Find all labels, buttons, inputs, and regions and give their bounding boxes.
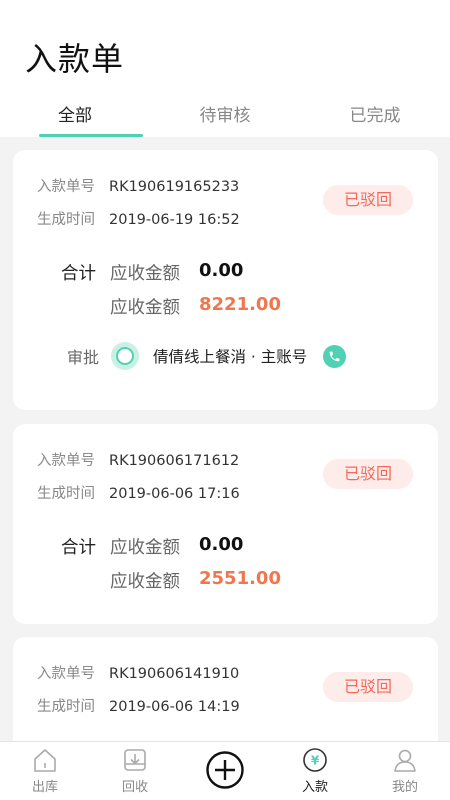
svg-text:¥: ¥ [311,754,320,768]
page-title: 入款单 [25,40,125,78]
created-at-label: 生成时间 [37,486,95,502]
created-at-label: 生成时间 [37,699,95,715]
nav-income[interactable]: ¥ 入款 [270,742,360,800]
nav-label: 我的 [391,780,418,795]
order-no-label: 入款单号 [37,453,95,469]
user-icon [394,749,416,772]
created-at-row: 生成时间 2019-06-06 17:16 [37,482,240,503]
order-no-value: RK190606141910 [109,666,240,682]
nav-label: 出库 [31,780,58,795]
header: 入款单 全部 待审核 已完成 [0,0,450,137]
record-card[interactable]: 入款单号 RK190619165233 生成时间 2019-06-19 16:52 … [13,150,438,410]
order-no-row: 入款单号 RK190619165233 [37,175,239,196]
nav-recycle[interactable]: 回收 [90,742,180,800]
record-card[interactable]: 入款单号 RK190606171612 生成时间 2019-06-06 17:16 … [13,424,438,624]
nav-label: 回收 [121,780,148,795]
amount-value: 0.00 [199,534,244,555]
yen-icon: ¥ [303,748,327,772]
status-badge: 已驳回 [323,672,413,702]
nav-outbound[interactable]: 出库 [0,742,90,800]
tab-bar: 全部 待审核 已完成 [0,100,450,137]
amount-label: 应收金额 [110,264,180,284]
created-at-row: 生成时间 2019-06-06 14:19 [37,695,240,716]
amount-label: 应收金额 [110,538,180,558]
record-card[interactable]: 入款单号 RK190606141910 生成时间 2019-06-06 14:19 … [13,637,438,741]
order-no-value: RK190619165233 [109,179,240,195]
order-no-row: 入款单号 RK190606141910 [37,662,239,683]
status-badge: 已驳回 [323,459,413,489]
nav-label: 入款 [301,780,328,795]
created-at-label: 生成时间 [37,212,95,228]
nav-add[interactable] [180,742,270,800]
bottom-nav: 出库 回收 ¥ 入款 我的 [0,741,450,800]
amount-value-highlight: 2551.00 [199,568,281,589]
tab-pending-review[interactable]: 待审核 [150,100,300,137]
order-no-label: 入款单号 [37,666,95,682]
amount-value: 0.00 [199,260,244,281]
created-at-value: 2019-06-19 16:52 [109,212,240,228]
phone-call-button[interactable] [323,345,346,368]
approve-label: 审批 [67,348,100,367]
approver-name: 倩倩线上餐消 · 主账号 [153,348,308,366]
amount-label: 应收金额 [110,572,180,592]
recycle-box-icon [124,749,146,771]
approver-avatar [111,342,139,370]
phone-icon [329,351,340,362]
order-no-row: 入款单号 RK190606171612 [37,449,239,470]
avatar-icon [116,347,134,365]
amount-label: 应收金额 [110,298,180,318]
tab-all[interactable]: 全部 [0,100,150,137]
record-list[interactable]: 入款单号 RK190619165233 生成时间 2019-06-19 16:52 … [0,137,450,741]
tab-completed[interactable]: 已完成 [300,100,450,137]
amount-value-highlight: 8221.00 [199,294,281,315]
order-no-label: 入款单号 [37,179,95,195]
total-label: 合计 [61,538,96,558]
created-at-value: 2019-06-06 14:19 [109,699,240,715]
created-at-row: 生成时间 2019-06-19 16:52 [37,208,240,229]
status-badge: 已驳回 [323,185,413,215]
order-no-value: RK190606171612 [109,453,240,469]
house-icon [34,749,56,772]
created-at-value: 2019-06-06 17:16 [109,486,240,502]
plus-circle-icon [206,750,244,789]
total-label: 合计 [61,264,96,284]
nav-mine[interactable]: 我的 [360,742,450,800]
